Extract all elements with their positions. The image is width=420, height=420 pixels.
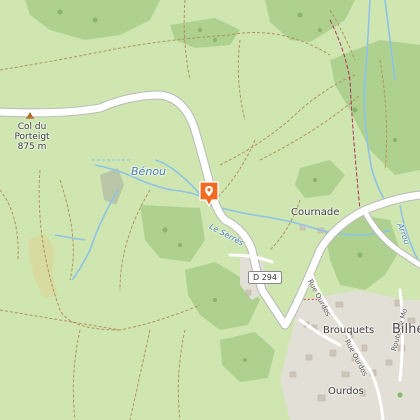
pass-name-line1: Col du <box>17 122 47 132</box>
map-canvas[interactable]: Col du Porteigt 875 m Bénou Le Serrès Ar… <box>0 0 420 420</box>
town-label-bilhere: Bilhe <box>392 322 420 337</box>
hamlet-label-cournade: Cournade <box>291 207 340 218</box>
road-shield-d294: D 294 <box>248 271 282 284</box>
quarter-label-brouquets: Brouquets <box>323 325 375 336</box>
quarter-label-ourdos: Ourdos <box>328 386 364 397</box>
pass-elevation: 875 m <box>17 142 47 152</box>
location-pin-shape <box>199 181 219 207</box>
river-label-benou: Bénou <box>131 165 166 178</box>
pass-label: Col du Porteigt 875 m <box>8 122 56 152</box>
pass-name-line2: Porteigt <box>14 132 50 142</box>
location-pin-icon[interactable] <box>199 181 219 207</box>
